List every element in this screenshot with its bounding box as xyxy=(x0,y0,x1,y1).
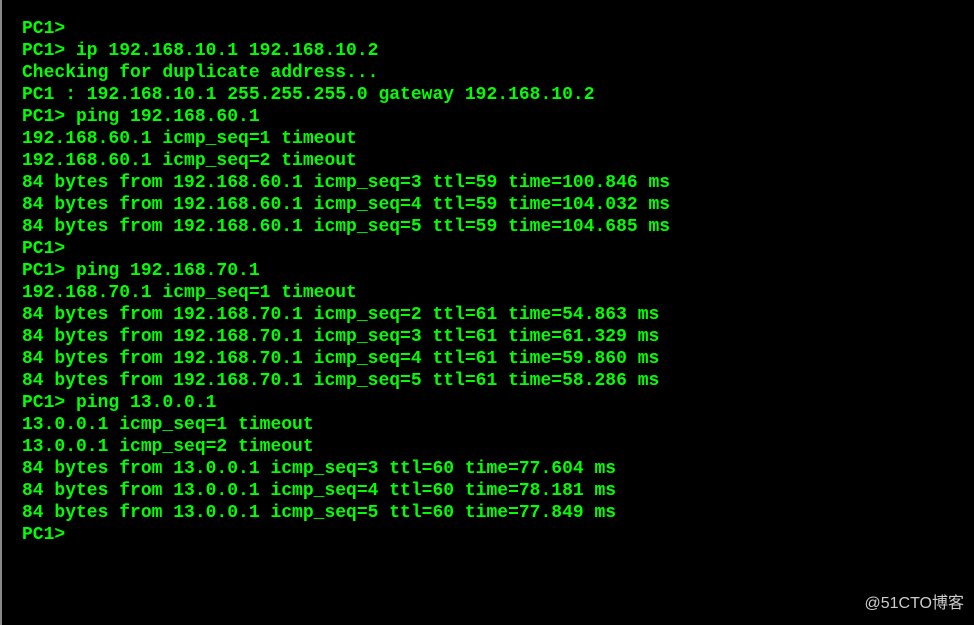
terminal-line: 84 bytes from 13.0.0.1 icmp_seq=5 ttl=60… xyxy=(22,502,966,524)
terminal-line: 84 bytes from 192.168.60.1 icmp_seq=5 tt… xyxy=(22,216,966,238)
terminal-line: 84 bytes from 192.168.70.1 icmp_seq=4 tt… xyxy=(22,348,966,370)
terminal-line: 84 bytes from 192.168.60.1 icmp_seq=3 tt… xyxy=(22,172,966,194)
terminal-line: PC1> xyxy=(22,524,966,546)
terminal-line: PC1> ping 192.168.70.1 xyxy=(22,260,966,282)
terminal-line: 84 bytes from 192.168.60.1 icmp_seq=4 tt… xyxy=(22,194,966,216)
terminal-line: PC1> xyxy=(22,18,966,40)
terminal-line: 192.168.60.1 icmp_seq=1 timeout xyxy=(22,128,966,150)
terminal-line: 13.0.0.1 icmp_seq=2 timeout xyxy=(22,436,966,458)
terminal-line: PC1> ping 13.0.0.1 xyxy=(22,392,966,414)
terminal-line: 192.168.70.1 icmp_seq=1 timeout xyxy=(22,282,966,304)
terminal-line: 84 bytes from 192.168.70.1 icmp_seq=3 tt… xyxy=(22,326,966,348)
terminal-output[interactable]: PC1> PC1> ip 192.168.10.1 192.168.10.2 C… xyxy=(0,0,974,625)
watermark-label: @51CTO博客 xyxy=(864,589,964,613)
terminal-line: 84 bytes from 192.168.70.1 icmp_seq=2 tt… xyxy=(22,304,966,326)
terminal-line: Checking for duplicate address... xyxy=(22,62,966,84)
terminal-line: PC1> ip 192.168.10.1 192.168.10.2 xyxy=(22,40,966,62)
terminal-line: PC1> ping 192.168.60.1 xyxy=(22,106,966,128)
terminal-line: 84 bytes from 192.168.70.1 icmp_seq=5 tt… xyxy=(22,370,966,392)
terminal-line: 13.0.0.1 icmp_seq=1 timeout xyxy=(22,414,966,436)
terminal-line: PC1 : 192.168.10.1 255.255.255.0 gateway… xyxy=(22,84,966,106)
terminal-line: 84 bytes from 13.0.0.1 icmp_seq=4 ttl=60… xyxy=(22,480,966,502)
terminal-line: 84 bytes from 13.0.0.1 icmp_seq=3 ttl=60… xyxy=(22,458,966,480)
terminal-line: PC1> xyxy=(22,238,966,260)
terminal-line: 192.168.60.1 icmp_seq=2 timeout xyxy=(22,150,966,172)
